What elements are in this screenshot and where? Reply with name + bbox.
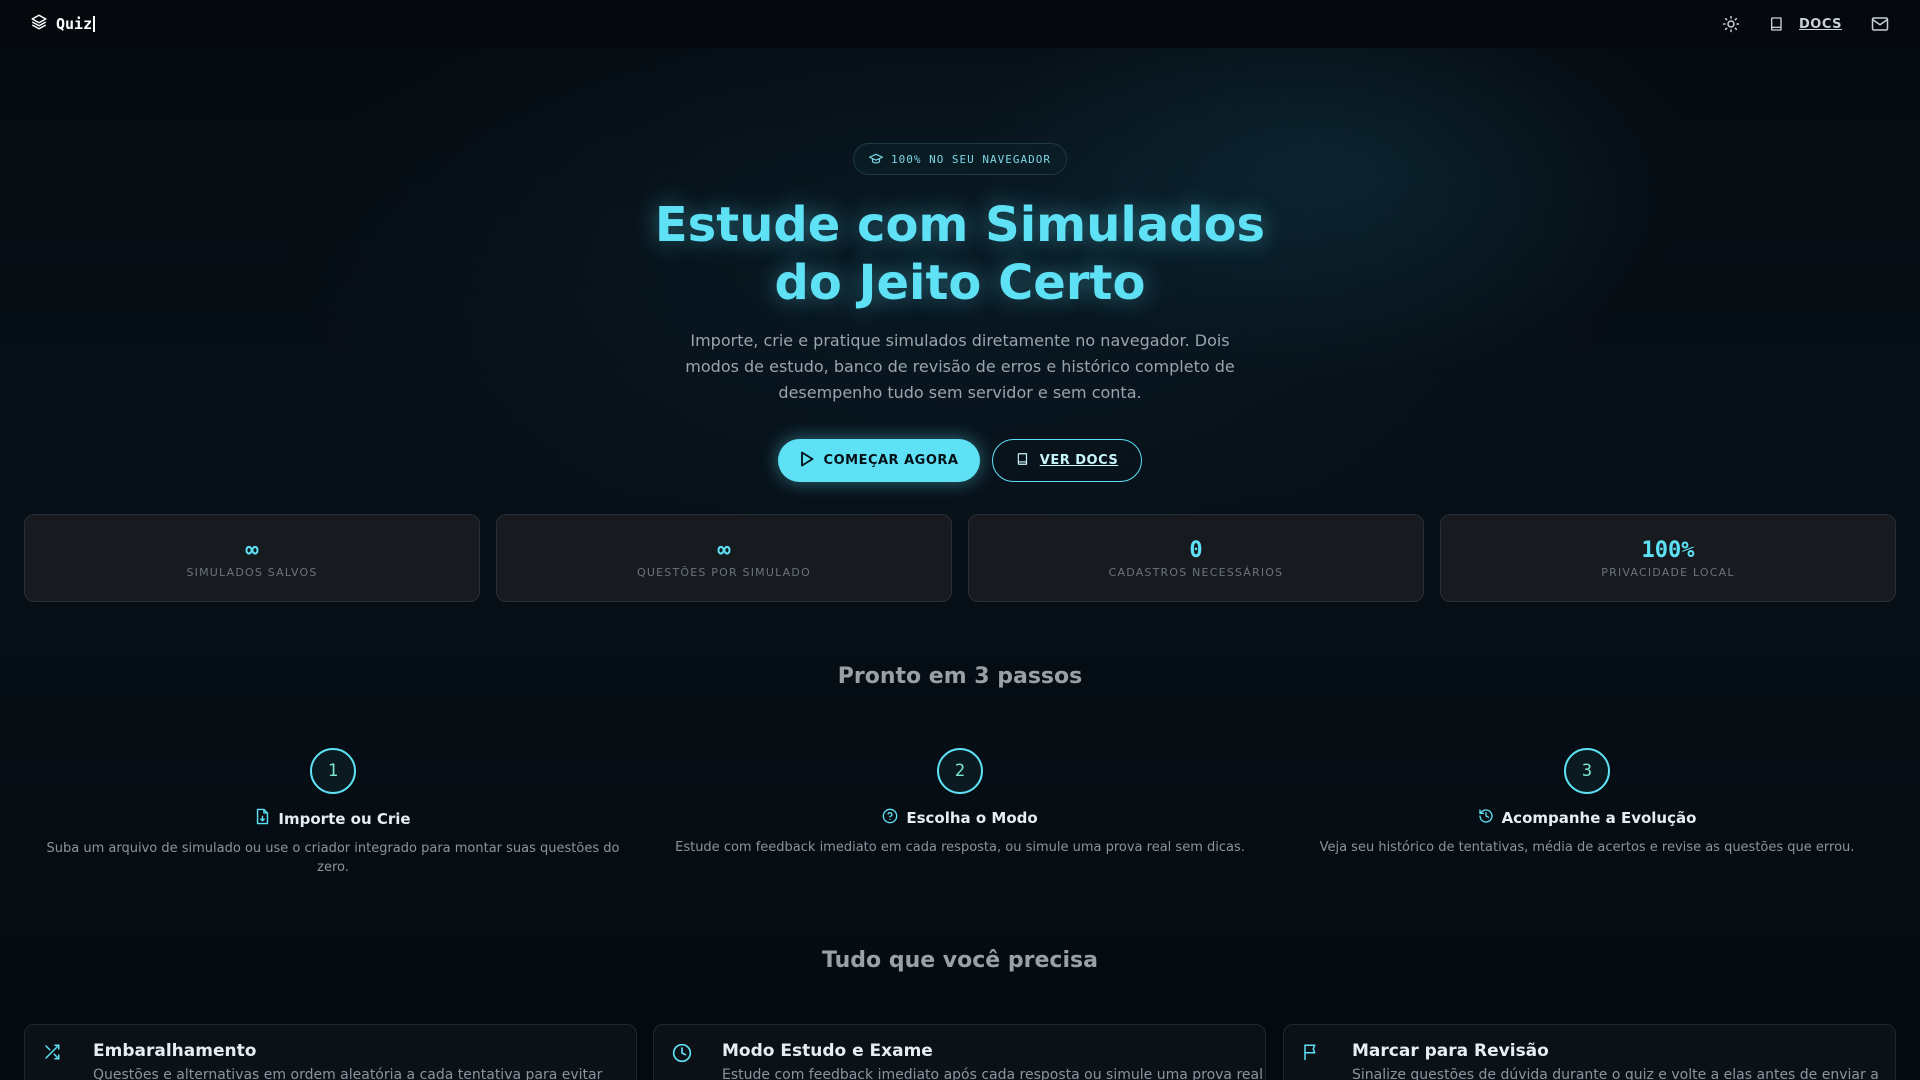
graduation-cap-icon <box>868 150 883 169</box>
stat-value: ∞ <box>717 537 731 563</box>
stat-label: QUESTÕES POR SIMULADO <box>637 565 811 579</box>
page-title: Estude com Simulados do Jeito Certo <box>460 196 1460 312</box>
top-nav: Quiz DOCS <box>0 0 1920 48</box>
hero-subtitle: Importe, crie e pratique simulados diret… <box>685 331 1235 402</box>
shuffle-icon <box>43 1043 61 1065</box>
step-number: 3 <box>1564 748 1610 794</box>
stat-value: ∞ <box>245 537 259 563</box>
play-icon <box>800 451 814 471</box>
badge-text: 100% NO SEU NAVEGADOR <box>890 152 1052 166</box>
stat-label: PRIVACIDADE LOCAL <box>1601 565 1735 579</box>
flag-icon <box>1302 1043 1320 1065</box>
book-icon[interactable] <box>1767 14 1787 34</box>
feature-title: Modo Estudo e Exame <box>722 1041 933 1061</box>
feature-card: Marcar para Revisão Sinalize questões de… <box>1283 1024 1896 1080</box>
docs-link[interactable]: DOCS <box>1799 17 1842 32</box>
book-icon <box>1016 451 1030 471</box>
step-title: Escolha o Modo <box>906 809 1038 827</box>
stat-card: 100% PRIVACIDADE LOCAL <box>1440 514 1896 602</box>
stat-label: SIMULADOS SALVOS <box>186 565 318 579</box>
step-item: 1 Importe ou Crie Suba um arquivo de sim… <box>43 748 623 877</box>
clock-icon <box>672 1043 692 1067</box>
stat-value: 100% <box>1641 537 1695 563</box>
feature-title: Embaralhamento <box>93 1041 257 1061</box>
feature-description: Questões e alternativas em ordem aleatór… <box>93 1067 603 1080</box>
feature-title: Marcar para Revisão <box>1352 1041 1549 1061</box>
feature-description: Estude com feedback imediato após cada r… <box>722 1067 1263 1080</box>
feature-description: Sinalize questões de dúvida durante o qu… <box>1352 1067 1879 1080</box>
step-number: 2 <box>937 748 983 794</box>
nav-actions: DOCS <box>1721 14 1890 34</box>
step-title: Acompanhe a Evolução <box>1501 809 1697 827</box>
step-number: 1 <box>310 748 356 794</box>
help-circle-icon <box>882 808 898 828</box>
stat-card: 0 CADASTROS NECESSÁRIOS <box>968 514 1424 602</box>
features-section-title: Tudo que você precisa <box>822 948 1098 973</box>
layers-icon <box>30 13 48 35</box>
start-now-label: COMEÇAR AGORA <box>823 453 959 468</box>
feature-card: Modo Estudo e Exame Estude com feedback … <box>653 1024 1266 1080</box>
file-import-icon <box>255 808 270 829</box>
feature-card: Embaralhamento Questões e alternativas e… <box>24 1024 637 1080</box>
brand-name: Quiz <box>56 16 96 32</box>
stat-card: ∞ QUESTÕES POR SIMULADO <box>496 514 952 602</box>
mail-icon[interactable] <box>1870 14 1890 34</box>
start-now-button[interactable]: COMEÇAR AGORA <box>778 439 980 482</box>
theme-toggle-sun-icon[interactable] <box>1721 14 1741 34</box>
step-item: 2 Escolha o Modo Estude com feedback ime… <box>670 748 1250 857</box>
hero-badge: 100% NO SEU NAVEGADOR <box>853 143 1067 175</box>
step-description: Estude com feedback imediato em cada res… <box>675 840 1245 855</box>
stat-label: CADASTROS NECESSÁRIOS <box>1108 565 1284 579</box>
history-icon <box>1478 808 1494 828</box>
title-line-2: do Jeito Certo <box>774 255 1146 311</box>
stat-value: 0 <box>1189 537 1203 563</box>
stat-card: ∞ SIMULADOS SALVOS <box>24 514 480 602</box>
brand-logo[interactable]: Quiz <box>30 13 96 35</box>
step-description: Veja seu histórico de tentativas, média … <box>1319 840 1855 855</box>
steps-section-title: Pronto em 3 passos <box>837 664 1083 689</box>
title-line-1: Estude com Simulados <box>654 197 1266 253</box>
step-item: 3 Acompanhe a Evolução Veja seu históric… <box>1297 748 1877 857</box>
step-title: Importe ou Crie <box>278 809 411 828</box>
view-docs-button[interactable]: VER DOCS <box>992 439 1142 482</box>
view-docs-label: VER DOCS <box>1039 453 1119 468</box>
step-description: Suba um arquivo de simulado ou use o cri… <box>46 841 620 875</box>
